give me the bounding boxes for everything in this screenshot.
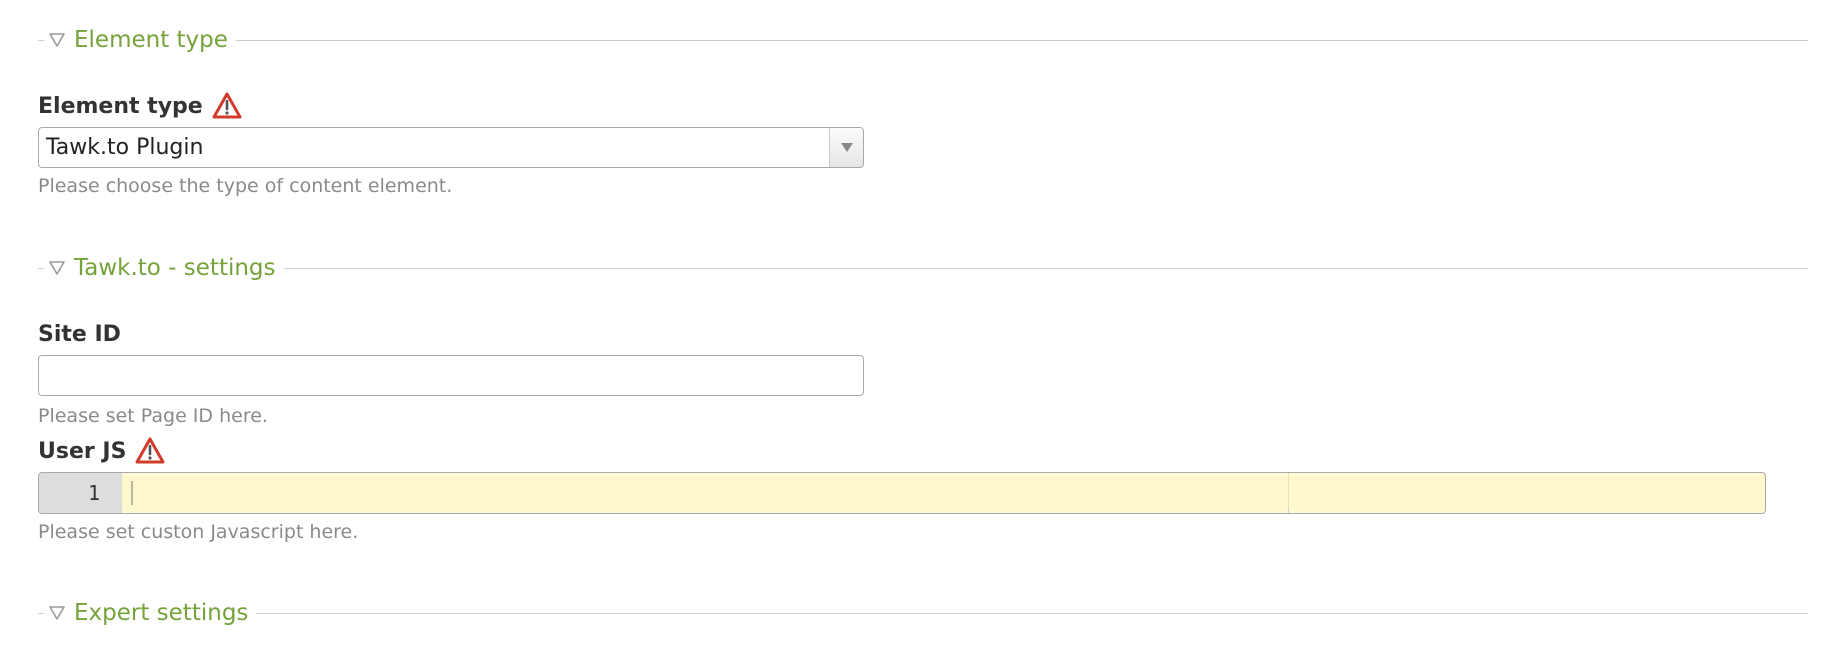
chevron-down-icon [840, 143, 853, 152]
site-id-input[interactable] [38, 355, 864, 396]
triangle-down-icon [49, 33, 65, 47]
fieldset-divider [38, 40, 1808, 41]
warning-triangle-icon [135, 437, 165, 464]
triangle-down-icon [49, 606, 65, 620]
label-text: User JS [38, 438, 127, 464]
legend-title: Tawk.to - settings [74, 255, 276, 281]
legend-expert-settings-toggle[interactable]: Expert settings [44, 598, 257, 628]
field-label-user-js: User JS [38, 437, 165, 465]
editor-print-margin [1288, 473, 1289, 513]
help-user-js: Please set custon Javascript here. [38, 521, 359, 543]
label-text: Element type [38, 93, 203, 119]
label-text: Site ID [38, 322, 121, 347]
select-selected-value: Tawk.to Plugin [46, 135, 204, 160]
select-arrow-button[interactable] [829, 128, 863, 167]
fieldset-element-type: Element type [38, 25, 1808, 55]
field-label-site-id: Site ID [38, 322, 121, 347]
editor-gutter: 1 [39, 473, 122, 513]
help-element-type: Please choose the type of content elemen… [38, 175, 453, 197]
element-type-select[interactable]: Tawk.to Plugin [38, 127, 864, 168]
help-site-id: Please set Page ID here. [38, 405, 268, 427]
fieldset-divider [38, 268, 1808, 269]
legend-tawkto-settings-toggle[interactable]: Tawk.to - settings [44, 253, 284, 283]
field-label-element-type: Element type [38, 92, 242, 120]
fieldset-divider [38, 613, 1808, 614]
editor-active-line[interactable] [122, 476, 1765, 510]
user-js-code-editor[interactable]: 1 [38, 472, 1766, 514]
warning-triangle-icon [212, 92, 242, 119]
editor-print-margin-tail [1288, 509, 1289, 513]
fieldset-tawkto-settings: Tawk.to - settings [38, 253, 1808, 283]
fieldset-expert-settings: Expert settings [38, 598, 1808, 628]
triangle-down-icon [49, 261, 65, 275]
legend-element-type-toggle[interactable]: Element type [44, 25, 236, 55]
legend-title: Expert settings [74, 600, 249, 626]
line-number: 1 [87, 481, 100, 505]
legend-title: Element type [74, 27, 228, 53]
editor-text-cursor [131, 481, 133, 505]
